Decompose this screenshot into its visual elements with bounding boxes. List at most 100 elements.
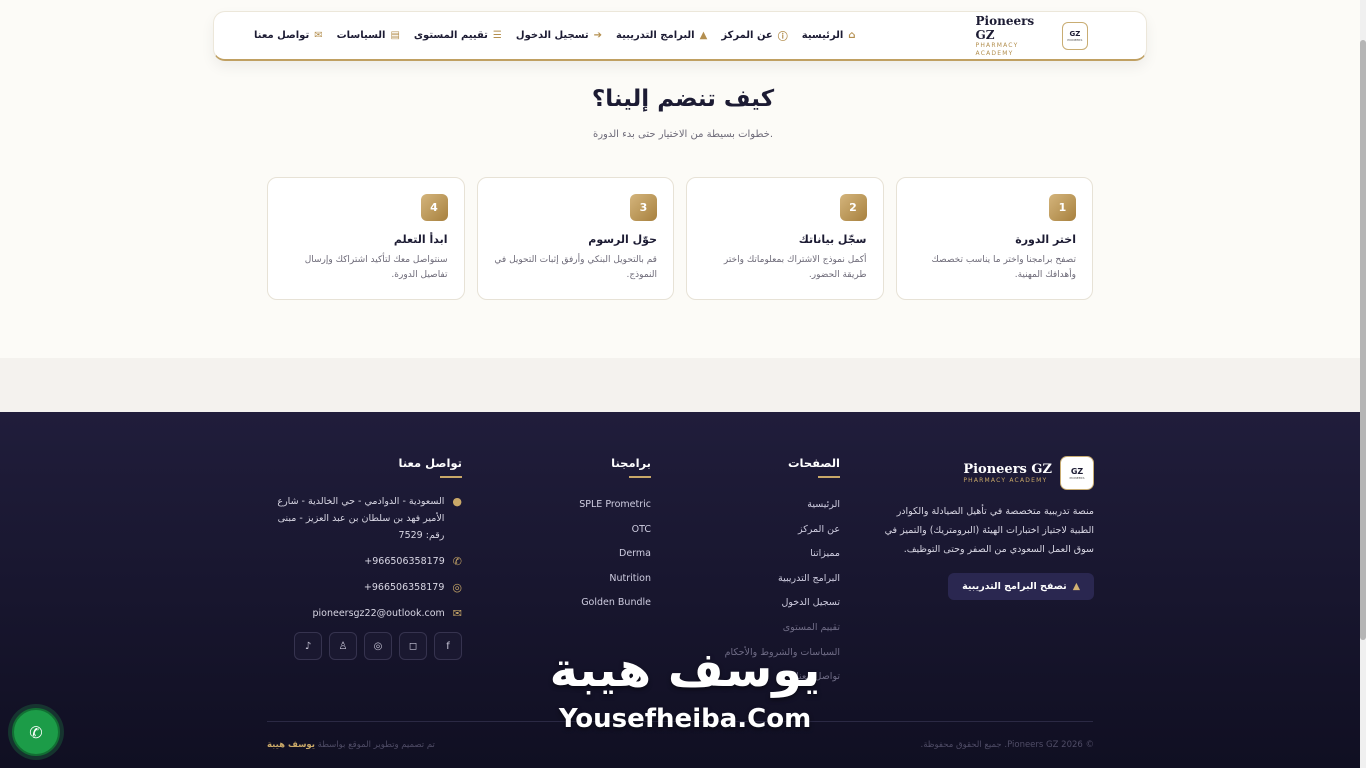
sign-in-icon: ➔ [593, 30, 603, 41]
step-title: سجّل بياناتك [798, 233, 867, 246]
brand-name: Pioneers GZ [975, 13, 1035, 42]
nav-item-label: السياسات [336, 30, 386, 41]
brand-logo[interactable]: GZ PIONEERS Pioneers GZ PHARMACY ACADEMY [976, 14, 1088, 58]
footer-brand-name: Pioneers GZ [963, 462, 1052, 477]
footer-program-link[interactable]: Golden Bundle [540, 591, 651, 616]
nav-item-contact[interactable]: ✉ تواصل معنا [254, 30, 323, 41]
footer-brand-column: GZ PIONEERS Pioneers GZ PHARMACY ACADEMY… [880, 456, 1094, 600]
credit-prefix: تم تصميم وتطوير الموقع بواسطة [317, 740, 435, 750]
snapchat-icon[interactable]: ♙ [329, 632, 357, 660]
logo-sub: PIONEERS [1067, 37, 1083, 42]
footer-contact-column: تواصل معنا ● السعودية - الدوادمي - حي ال… [264, 456, 462, 660]
top-navbar: GZ PIONEERS Pioneers GZ PHARMACY ACADEMY… [213, 11, 1147, 61]
instagram-icon[interactable]: ◻ [399, 632, 427, 660]
map-pin-icon: ● [452, 495, 462, 508]
nav-item-programs[interactable]: ▲ البرامج التدريبية [616, 30, 707, 41]
step-card: 4 ابدأ التعلم سنتواصل معك لتأكيد اشتراكك… [267, 177, 465, 300]
step-number: 2 [839, 194, 867, 221]
step-card: 2 سجّل بياناتك أكمل نموذج الاشتراك بمعلو… [686, 177, 884, 300]
logo-sub: PIONEERS [1069, 475, 1085, 480]
step-title: ابدأ التعلم [393, 233, 448, 246]
footer-brand-text: Pioneers GZ PHARMACY ACADEMY [963, 462, 1052, 484]
whatsapp-float-button[interactable]: ✆ [12, 708, 60, 756]
footer-program-link[interactable]: OTC [540, 518, 651, 543]
footer-programs-title: برامجنا [540, 456, 651, 478]
footer-program-link[interactable]: Nutrition [540, 567, 651, 592]
step-description: سنتواصل معك لتأكيد اشتراكك وإرسال تفاصيل… [304, 255, 448, 280]
step-number: 4 [420, 194, 448, 221]
watermark-english: Yousefheiba.Com [558, 704, 812, 734]
nav-item-policies[interactable]: ▤ السياسات [337, 30, 400, 41]
step-title: حوّل الرسوم [588, 233, 657, 246]
nav-item-label: تواصل معنا [254, 30, 310, 41]
footer-program-link[interactable]: Derma [540, 542, 651, 567]
whatsapp-icon[interactable]: ◎ [364, 632, 392, 660]
footer-link-level-test[interactable]: تقييم المستوى [700, 616, 840, 641]
section-subtitle: خطوات بسيطة من الاختيار حتى بدء الدورة. [592, 129, 774, 140]
nav-item-label: تقييم المستوى [413, 30, 488, 41]
section-separator [0, 358, 1366, 412]
step-description: أكمل نموذج الاشتراك بمعلوماتك واختر طريق… [723, 255, 867, 280]
address-text: السعودية - الدوادمي - حي الخالدية - شارع… [277, 496, 445, 541]
footer-contact-title: تواصل معنا [264, 456, 462, 478]
scrollbar-thumb[interactable] [1360, 40, 1366, 640]
nav-item-about[interactable]: ⓘ عن المركز [721, 28, 787, 43]
envelope-icon: ✉ [452, 607, 462, 620]
envelope-icon: ✉ [314, 30, 323, 41]
footer-link-login[interactable]: تسجيل الدخول [700, 591, 840, 616]
footer-program-link[interactable]: SPLE Prometric [540, 493, 651, 518]
nav-links: ⌂ الرئيسية ⓘ عن المركز ▲ البرامج التدريب… [254, 28, 856, 43]
whatsapp-text: +966506358179 [363, 582, 445, 593]
nav-item-home[interactable]: ⌂ الرئيسية [802, 30, 856, 41]
footer-link-home[interactable]: الرئيسية [700, 493, 840, 518]
contact-email[interactable]: ✉ pioneersgz22@outlook.com [264, 605, 462, 622]
footer-brand[interactable]: GZ PIONEERS Pioneers GZ PHARMACY ACADEMY [880, 456, 1094, 490]
footer-programs-column: برامجنا SPLE Prometric OTC Derma Nutriti… [540, 456, 651, 616]
contact-address: ● السعودية - الدوادمي - حي الخالدية - شا… [264, 493, 462, 544]
credit-name[interactable]: يوسف هيبة [267, 740, 315, 750]
tiktok-icon[interactable]: ♪ [294, 632, 322, 660]
step-number: 3 [630, 194, 657, 221]
footer-link-programs[interactable]: البرامج التدريبية [700, 567, 840, 592]
logo-text: GZ [1069, 29, 1081, 38]
browse-programs-button[interactable]: ▲ تصفح البرامج التدريبية [948, 573, 1094, 600]
step-title: اختر الدورة [1015, 233, 1076, 246]
copyright: © 2026 Pioneers GZ. جميع الحقوق محفوظة. [920, 740, 1094, 750]
credit: تم تصميم وتطوير الموقع بواسطة يوسف هيبة [267, 740, 567, 750]
graduation-cap-icon: ▲ [1072, 581, 1080, 592]
facebook-icon[interactable]: f [434, 632, 462, 660]
info-icon: ⓘ [777, 32, 788, 43]
steps-grid: 1 اختر الدورة تصفح برامجنا واختر ما يناس… [267, 177, 1093, 300]
contact-phone[interactable]: ✆ +966506358179 [264, 553, 462, 570]
phone-text: +966506358179 [364, 556, 445, 567]
brand-text: Pioneers GZ PHARMACY ACADEMY [976, 14, 1054, 58]
contact-whatsapp[interactable]: ◎ +966506358179 [264, 579, 462, 596]
browse-programs-label: تصفح البرامج التدريبية [962, 581, 1067, 592]
watermark-arabic: يوسف هيبة [549, 642, 821, 698]
logo-mark: GZ PIONEERS [1061, 21, 1088, 50]
email-text: pioneersgz22@outlook.com [312, 608, 445, 619]
step-card: 1 اختر الدورة تصفح برامجنا واختر ما يناس… [895, 177, 1093, 300]
step-card: 3 حوّل الرسوم قم بالتحويل البنكي وأرفق إ… [476, 177, 674, 300]
step-description: قم بالتحويل البنكي وأرفق إثبات التحويل ف… [494, 255, 657, 280]
footer-link-features[interactable]: مميزاتنا [700, 542, 840, 567]
whatsapp-icon: ◎ [452, 581, 462, 594]
list-icon: ☰ [492, 30, 502, 41]
home-icon: ⌂ [848, 30, 856, 41]
social-links: f ◻ ◎ ♙ ♪ [264, 632, 462, 660]
brand-subtitle: PHARMACY ACADEMY [975, 41, 1019, 57]
document-icon: ▤ [390, 30, 400, 41]
whatsapp-icon: ✆ [29, 722, 43, 742]
footer-description: منصة تدريبية متخصصة في تأهيل الصيادلة وا… [884, 506, 1094, 555]
nav-item-label: الرئيسية [801, 30, 844, 41]
footer-pages-title: الصفحات [700, 456, 840, 478]
logo-text: GZ [1070, 466, 1084, 476]
footer-link-about[interactable]: عن المركز [700, 518, 840, 543]
step-number: 1 [1049, 194, 1076, 221]
nav-item-label: تسجيل الدخول [515, 30, 589, 41]
nav-item-label: عن المركز [721, 30, 773, 41]
nav-item-label: البرامج التدريبية [616, 30, 695, 41]
nav-item-level-test[interactable]: ☰ تقييم المستوى [414, 30, 502, 41]
scrollbar[interactable] [1360, 0, 1366, 768]
nav-item-login[interactable]: ➔ تسجيل الدخول [516, 30, 602, 41]
